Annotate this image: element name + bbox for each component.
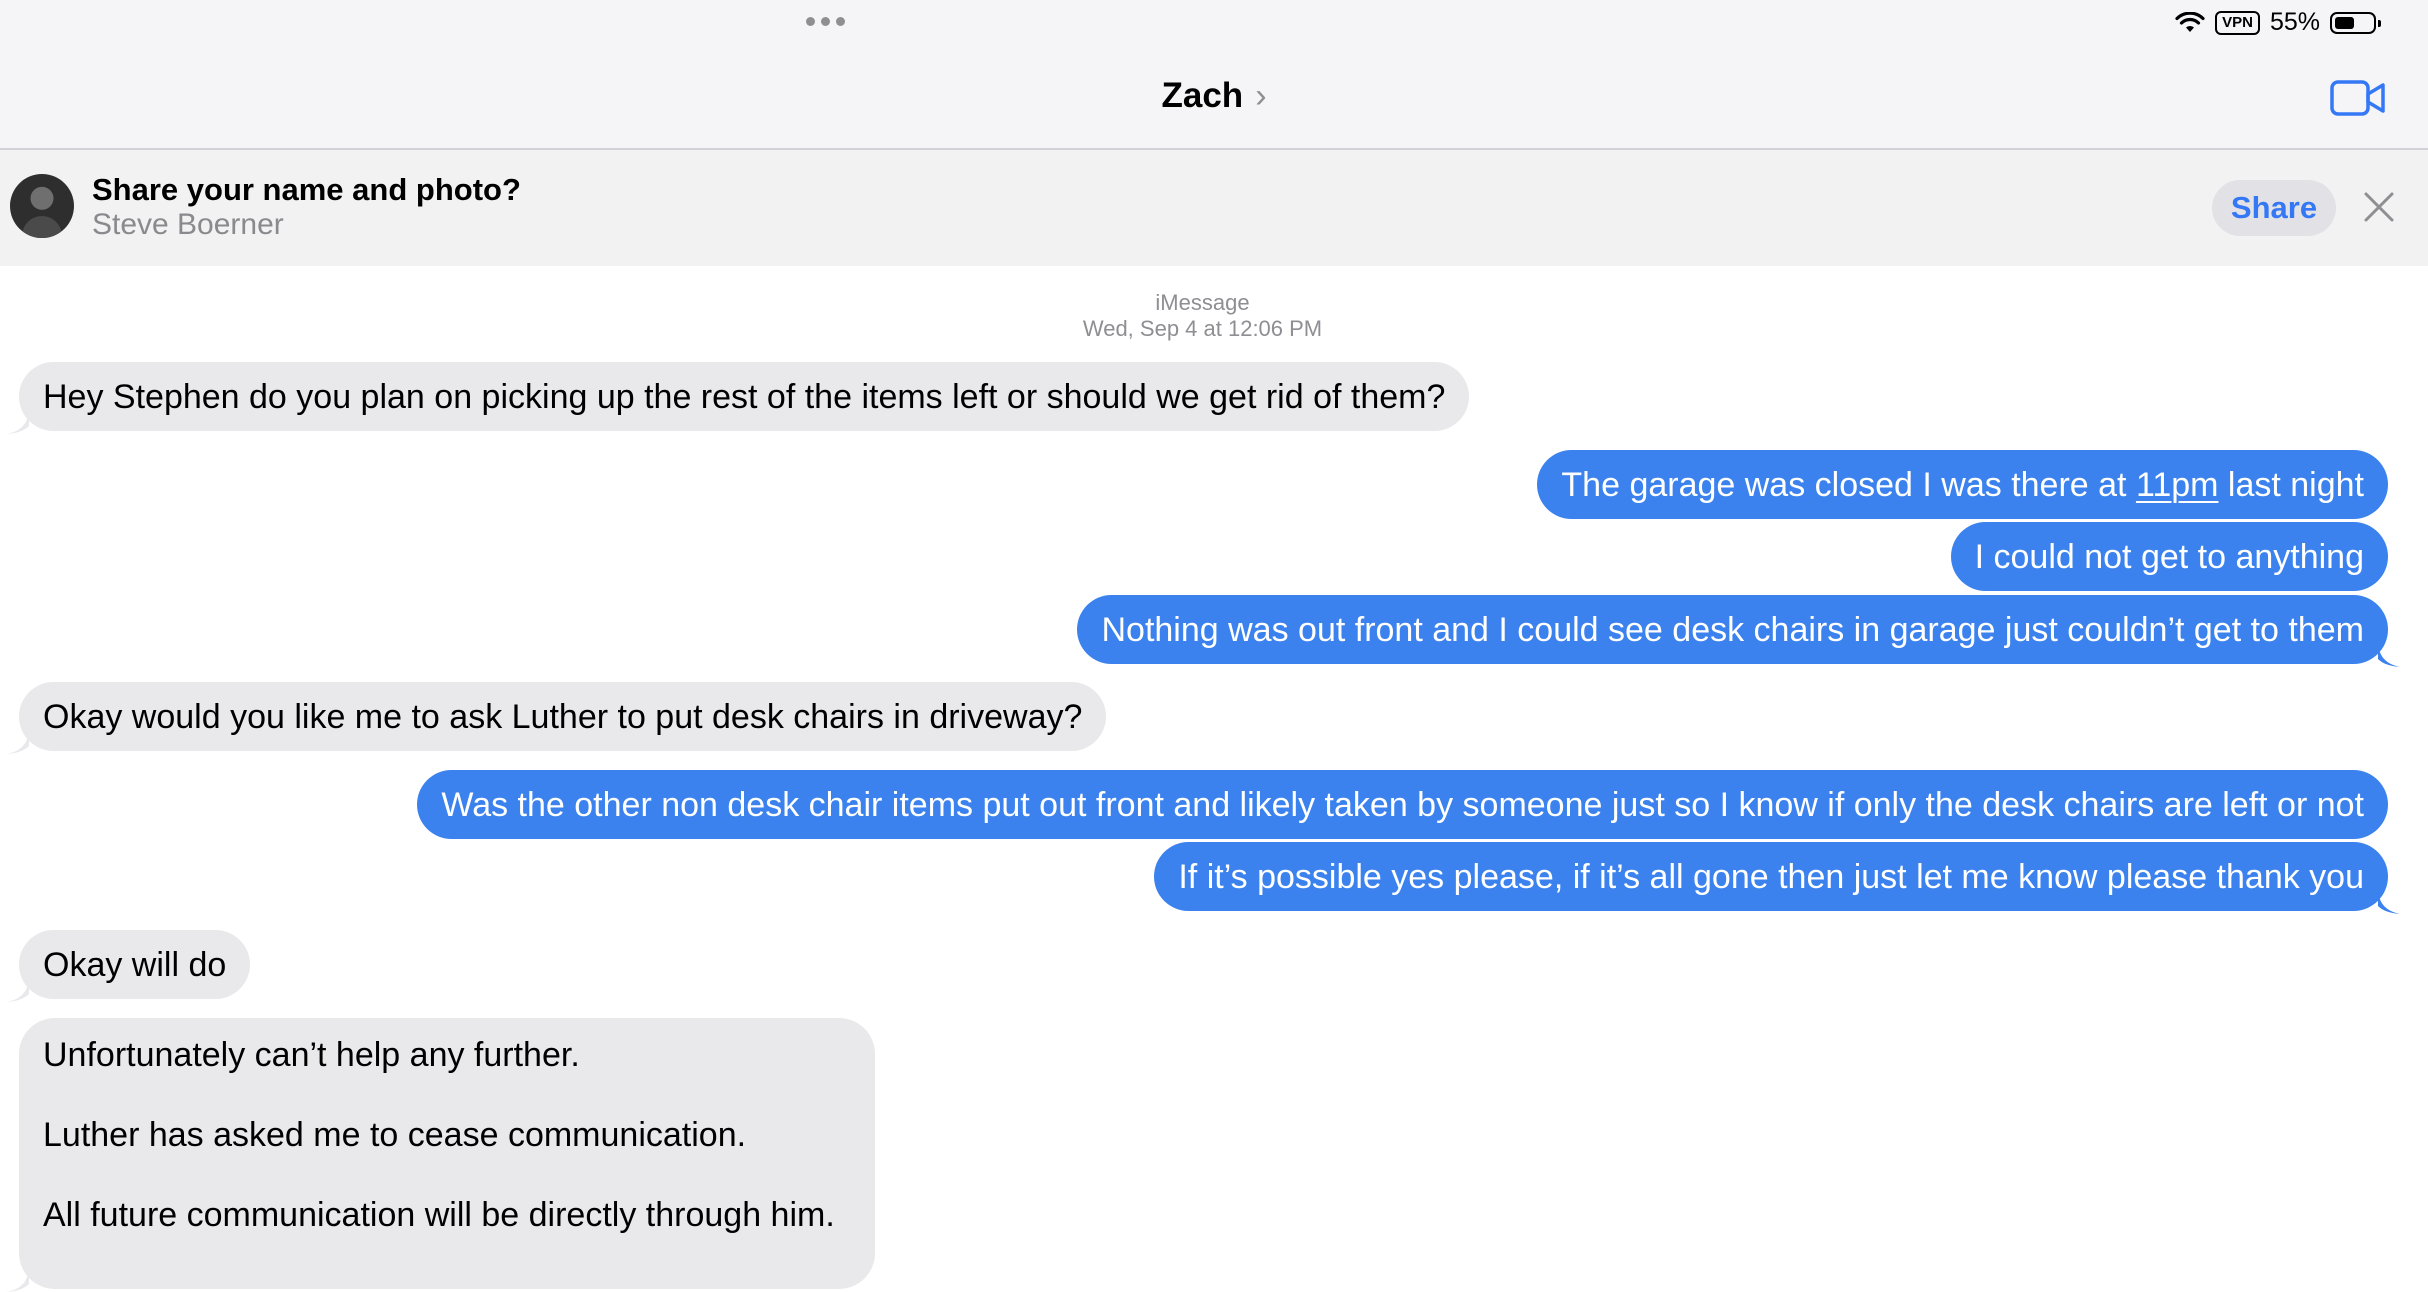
navigation-header: VPN 55% Zach › [0,0,2428,150]
video-camera-icon[interactable] [2330,79,2386,117]
message-outgoing[interactable]: Nothing was out front and I could see de… [1077,595,2400,667]
message-text: Okay will do [43,946,227,984]
contact-name-button[interactable]: Zach › [0,76,2428,116]
share-banner-title: Share your name and photo? [92,172,521,207]
vpn-badge: VPN [2215,10,2260,35]
share-button[interactable]: Share [2212,180,2336,236]
message-text: The garage was closed I was there at [1561,466,2136,504]
share-name-photo-banner: Share your name and photo? Steve Boerner… [0,150,2428,266]
more-dots-icon[interactable] [806,17,845,26]
message-paragraph: All future communication will be directl… [43,1196,835,1234]
battery-icon [2330,11,2381,34]
status-bar: VPN 55% [2175,8,2381,37]
message-text: Hey Stephen do you plan on picking up th… [43,378,1446,416]
message-text: If it’s possible yes please, if it’s all… [1178,858,2364,896]
message-text: Okay would you like me to ask Luther to … [43,698,1083,736]
share-banner-name: Steve Boerner [92,208,284,241]
time-link[interactable]: 11pm [2136,466,2219,504]
contact-name: Zach [1161,76,1244,115]
avatar [10,174,74,238]
message-incoming[interactable]: Okay will do [7,930,251,1002]
battery-percent: 55% [2269,8,2320,36]
message-incoming[interactable]: Unfortunately can’t help any further. Lu… [7,1018,875,1292]
chevron-right-icon: › [1255,77,1267,115]
wifi-icon [2175,11,2205,32]
message-timestamp: Wed, Sep 4 at 12:06 PM [1082,316,1323,341]
message-text: last night [2218,466,2364,504]
message-paragraph: Unfortunately can’t help any further. [43,1036,580,1074]
message-outgoing[interactable]: If it’s possible yes please, if it’s all… [1154,842,2400,914]
message-incoming[interactable]: Okay would you like me to ask Luther to … [7,682,1107,754]
service-label: iMessage [1155,290,1250,315]
message-text: I could not get to anything [1974,538,2364,576]
close-icon[interactable] [2362,190,2396,224]
message-outgoing[interactable]: I could not get to anything [1950,522,2388,591]
message-text: Nothing was out front and I could see de… [1101,611,2364,649]
message-paragraph: Luther has asked me to cease communicati… [43,1116,747,1154]
message-incoming[interactable]: Hey Stephen do you plan on picking up th… [7,362,1470,434]
message-text: Was the other non desk chair items put o… [441,786,2364,824]
message-outgoing[interactable]: Was the other non desk chair items put o… [417,770,2388,839]
message-outgoing[interactable]: The garage was closed I was there at 11p… [1537,450,2388,519]
